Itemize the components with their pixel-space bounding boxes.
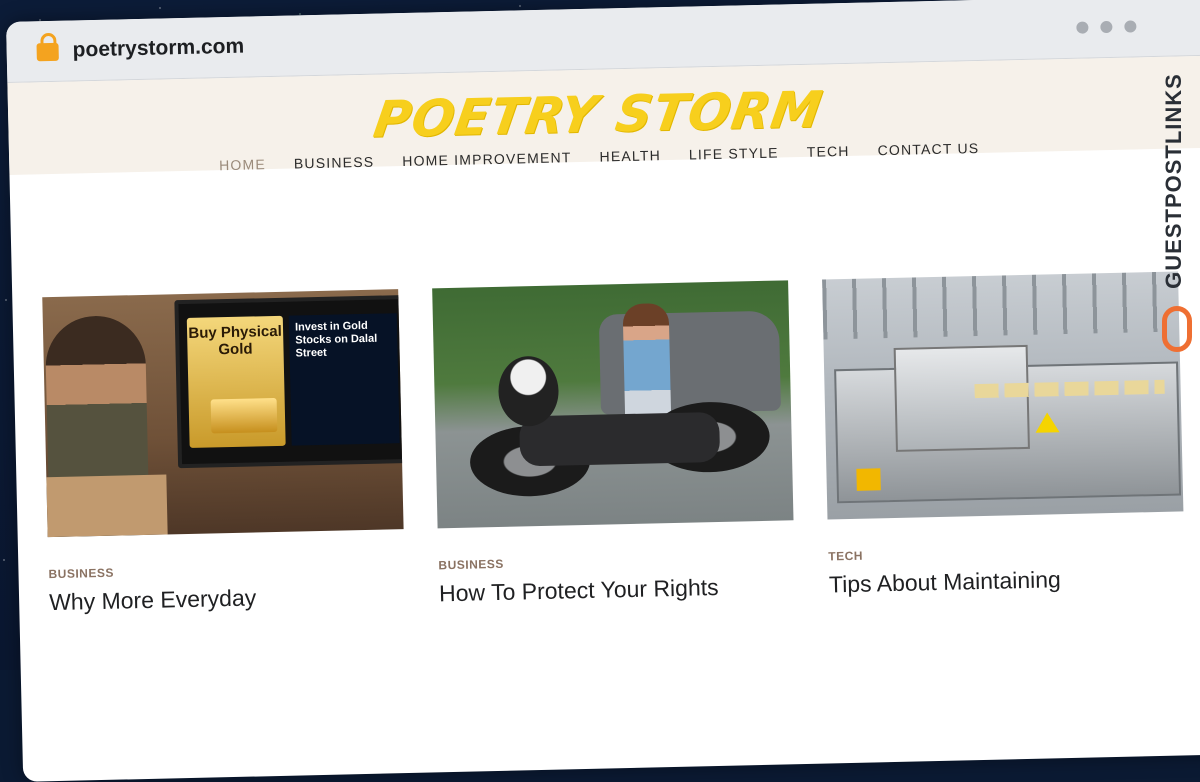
- post-title[interactable]: How To Protect Your Rights: [439, 572, 796, 608]
- post-category[interactable]: BUSINESS: [438, 550, 794, 572]
- tv-screen: Buy Physical Gold Invest in Gold Stocks …: [174, 294, 404, 469]
- lock-icon: [36, 42, 59, 62]
- window-dot-icon[interactable]: [1100, 20, 1113, 34]
- stock-chart-text: Invest in Gold Stocks on Dalal Street: [294, 319, 378, 360]
- post-card[interactable]: TECH Tips About Maintaining: [822, 271, 1185, 599]
- nav-home-improvement[interactable]: HOME IMPROVEMENT: [402, 149, 572, 169]
- post-grid: Buy Physical Gold Invest in Gold Stocks …: [42, 271, 1185, 616]
- browser-window: poetrystorm.com POETRY STORM HOME BUSINE…: [6, 0, 1200, 782]
- nav-contact-us[interactable]: CONTACT US: [877, 140, 979, 158]
- motorcycle: [458, 355, 771, 508]
- nav-tech[interactable]: TECH: [807, 143, 850, 160]
- gold-panel: Buy Physical Gold: [186, 315, 286, 448]
- control-box: [856, 468, 881, 491]
- nav-home[interactable]: HOME: [219, 156, 266, 173]
- gold-panel-text: Buy Physical Gold: [188, 322, 282, 358]
- window-controls: [1076, 20, 1137, 34]
- post-thumbnail[interactable]: Buy Physical Gold Invest in Gold Stocks …: [42, 289, 404, 538]
- post-thumbnail[interactable]: [822, 271, 1184, 520]
- post-category[interactable]: TECH: [828, 541, 1184, 564]
- post-card[interactable]: Buy Physical Gold Invest in Gold Stocks …: [42, 289, 405, 617]
- chain-link-icon: [1162, 306, 1192, 352]
- nav-health[interactable]: HEALTH: [599, 147, 661, 164]
- address-bar[interactable]: poetrystorm.com: [72, 35, 244, 63]
- gold-bars-icon: [210, 397, 278, 434]
- window-dot-icon[interactable]: [1076, 21, 1089, 34]
- warning-sign-icon: [1035, 412, 1060, 433]
- nav-life-style[interactable]: LIFE STYLE: [689, 145, 779, 163]
- window-dot-icon[interactable]: [1124, 20, 1137, 33]
- badge-text: GUESTPOSTLINKS: [1161, 73, 1186, 289]
- ceiling-pipes: [822, 271, 1180, 340]
- nav-business[interactable]: BUSINESS: [294, 154, 375, 172]
- post-category[interactable]: BUSINESS: [48, 559, 404, 581]
- post-title[interactable]: Why More Everyday: [49, 581, 406, 617]
- guestpostlinks-badge: GUESTPOSTLINKS: [1160, 58, 1196, 358]
- post-title[interactable]: Tips About Maintaining: [829, 563, 1186, 599]
- post-card[interactable]: BUSINESS How To Protect Your Rights: [432, 280, 795, 608]
- bike-frame: [519, 411, 721, 467]
- post-thumbnail[interactable]: [432, 280, 794, 529]
- metal-detector-hood: [893, 344, 1030, 452]
- sofa: [46, 474, 168, 538]
- stock-chart: Invest in Gold Stocks on Dalal Street: [288, 313, 400, 446]
